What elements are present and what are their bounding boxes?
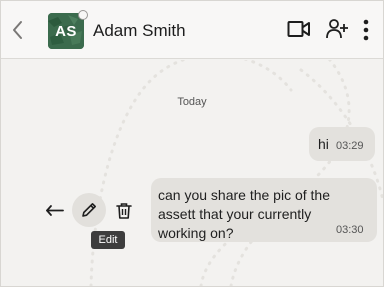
status-indicator	[78, 10, 88, 20]
edit-tooltip: Edit	[91, 231, 125, 249]
edit-icon	[82, 203, 96, 217]
message-list[interactable]: Today hi 03:29 can you share the pic of …	[1, 60, 383, 286]
chat-window: AS Adam Smith Today hi 03:29 can you sha…	[0, 0, 384, 287]
video-call-icon[interactable]	[287, 20, 311, 38]
chat-header: AS Adam Smith	[1, 1, 383, 59]
date-separator: Today	[177, 96, 207, 108]
message-bubble-incoming[interactable]: can you share the pic of the assett that…	[151, 178, 377, 242]
message-bubble-outgoing[interactable]: hi 03:29	[309, 127, 375, 161]
message-text: hi	[318, 136, 329, 152]
edit-button[interactable]	[72, 193, 106, 227]
background-pattern	[89, 60, 383, 286]
message-text: can you share the pic of the assett that…	[158, 187, 330, 241]
avatar[interactable]: AS	[48, 10, 88, 49]
delete-icon[interactable]	[116, 202, 132, 220]
back-arrow-icon[interactable]	[9, 19, 27, 41]
add-person-icon[interactable]	[325, 18, 349, 40]
more-vertical-icon[interactable]	[362, 18, 370, 42]
contact-name[interactable]: Adam Smith	[93, 21, 186, 41]
message-time: 03:30	[336, 224, 364, 236]
reply-icon[interactable]	[45, 203, 65, 219]
message-time: 03:29	[336, 140, 364, 152]
